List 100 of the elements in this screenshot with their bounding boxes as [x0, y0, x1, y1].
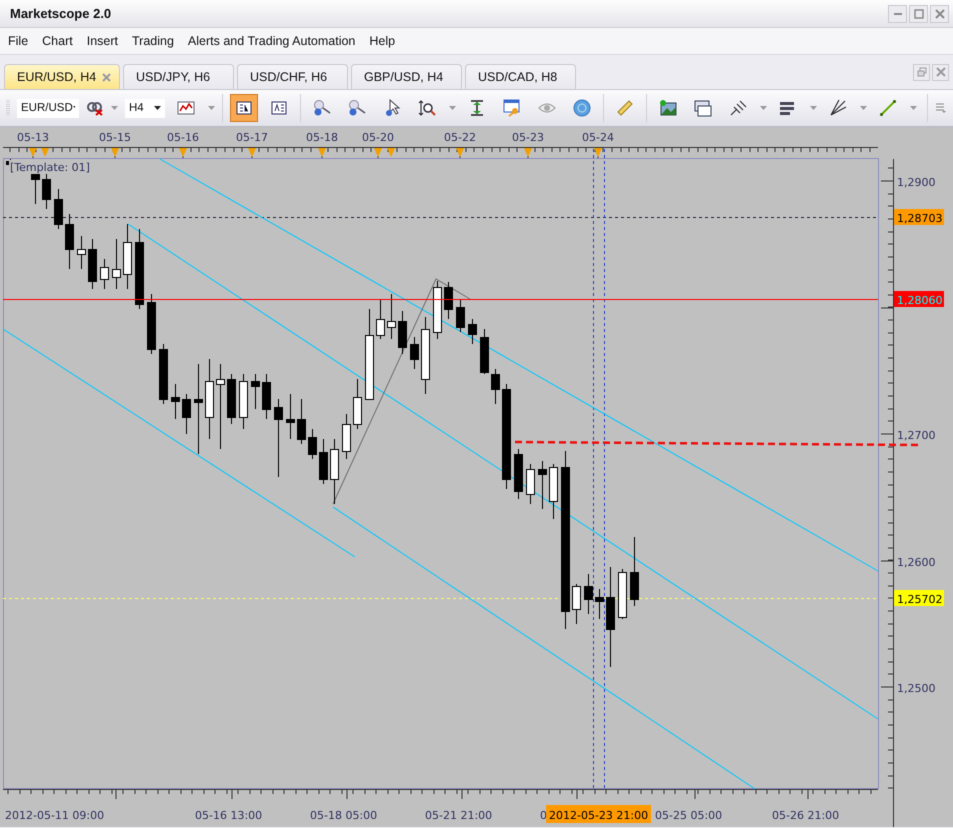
candlestick	[456, 298, 465, 332]
candlestick	[444, 282, 453, 320]
date-label: 05-13	[17, 131, 49, 144]
time-label: 05-26 21:00	[772, 809, 840, 822]
maximize-icon	[914, 8, 924, 18]
date-label: 05-20	[362, 131, 394, 144]
candlestick	[410, 336, 419, 370]
magnifier-icon	[312, 99, 332, 117]
chart-tab[interactable]: USD/JPY, H6	[123, 64, 234, 89]
chart-icon	[177, 100, 195, 116]
close-icon	[934, 8, 944, 18]
chart-tab[interactable]: GBP/USD, H4	[351, 64, 462, 89]
candlestick	[308, 428, 317, 460]
event-marker	[594, 148, 602, 157]
panel-icon	[270, 100, 288, 116]
date-label: 05-16	[167, 131, 199, 144]
candlestick	[297, 398, 306, 444]
date-label: 05-18	[306, 131, 338, 144]
candlestick	[42, 174, 51, 210]
time-label: 05-21 21:00	[425, 809, 492, 822]
close-button[interactable]	[930, 4, 949, 22]
candlestick	[480, 328, 489, 374]
toolbar-button[interactable]	[230, 94, 258, 122]
restore-icon	[916, 67, 926, 77]
candlestick	[123, 224, 132, 290]
caret-icon	[449, 106, 456, 110]
candlestick	[330, 438, 339, 504]
candlestick	[239, 374, 248, 430]
window-title: Marketscope 2.0	[10, 6, 112, 21]
fan-icon	[829, 99, 847, 117]
time-label: 05-16 13:00	[195, 809, 262, 822]
menu-item[interactable]: Insert	[86, 34, 118, 48]
cursor-icon	[383, 99, 401, 117]
candlestick	[376, 298, 385, 340]
price-label: 1,2900	[897, 176, 936, 189]
menu-item[interactable]: Trading	[132, 34, 174, 48]
menu-item[interactable]: Help	[369, 34, 396, 48]
candlestick	[171, 384, 180, 420]
menu-item[interactable]: File	[8, 34, 28, 48]
candlestick	[398, 310, 407, 354]
candlestick	[251, 374, 260, 410]
time-label: 2012-05-11 09:00	[5, 809, 104, 822]
caret-icon	[910, 106, 917, 110]
candlestick	[65, 214, 74, 270]
caret-icon[interactable]	[111, 106, 118, 110]
date-label: 05-15	[99, 131, 131, 144]
candlestick	[433, 280, 442, 340]
candlestick	[100, 258, 109, 290]
close-icon[interactable]	[102, 72, 111, 82]
date-label: 05-17	[236, 131, 268, 144]
grip-icon	[6, 98, 10, 118]
caret-icon	[860, 106, 867, 110]
date-label: 05-24	[582, 131, 614, 144]
candlestick	[182, 394, 191, 434]
candlestick	[147, 294, 156, 354]
price-tag: 1,25702	[894, 590, 944, 606]
magnifier-icon	[347, 99, 367, 117]
window-icon	[694, 99, 712, 117]
time-label: 05-25 05:00	[655, 809, 722, 822]
cursor-time-tag: 2012-05-23 21:00	[546, 805, 651, 823]
candlestick	[319, 438, 328, 484]
event-marker	[29, 148, 37, 157]
event-marker	[179, 148, 187, 157]
candlestick	[595, 588, 604, 620]
minimize-icon	[894, 12, 902, 14]
candlestick	[538, 460, 547, 510]
candlestick	[159, 344, 168, 404]
zoom-icon	[418, 99, 436, 117]
overflow-icon[interactable]	[935, 102, 947, 114]
minimize-button[interactable]	[888, 4, 907, 22]
time-label: 0	[540, 809, 547, 822]
candlestick	[549, 464, 558, 520]
event-marker	[248, 148, 256, 157]
event-marker	[318, 148, 326, 157]
chain-icon	[86, 100, 104, 116]
candlestick	[112, 238, 121, 290]
candlestick	[584, 574, 593, 614]
price-tag: 1,28060	[894, 291, 944, 307]
price-label: 1,2600	[897, 556, 936, 569]
levels-icon	[779, 100, 797, 116]
event-marker	[111, 148, 119, 157]
candlestick	[468, 318, 477, 344]
candlestick	[286, 394, 295, 440]
menu-item[interactable]: Alerts and Trading Automation	[188, 34, 356, 48]
candlestick	[618, 568, 627, 620]
timeframe-dropdown[interactable]: H4	[125, 98, 165, 118]
menu-item[interactable]: Chart	[42, 34, 73, 48]
candlestick	[526, 464, 535, 504]
price-tag: 1,28703	[894, 209, 944, 225]
symbol-dropdown[interactable]: EUR/USD	[17, 98, 79, 118]
date-label: 05-22	[444, 131, 476, 144]
maximize-button[interactable]	[909, 4, 928, 22]
candlestick	[353, 378, 362, 430]
chart-tab[interactable]: USD/CAD, H8	[465, 64, 576, 89]
candlestick	[491, 368, 500, 404]
event-marker	[374, 148, 382, 157]
chart-tab[interactable]: EUR/USD, H4	[4, 64, 120, 89]
chart-tab[interactable]: USD/CHF, H6	[237, 64, 348, 89]
caret-icon	[208, 106, 215, 110]
panel-icon	[235, 100, 253, 116]
